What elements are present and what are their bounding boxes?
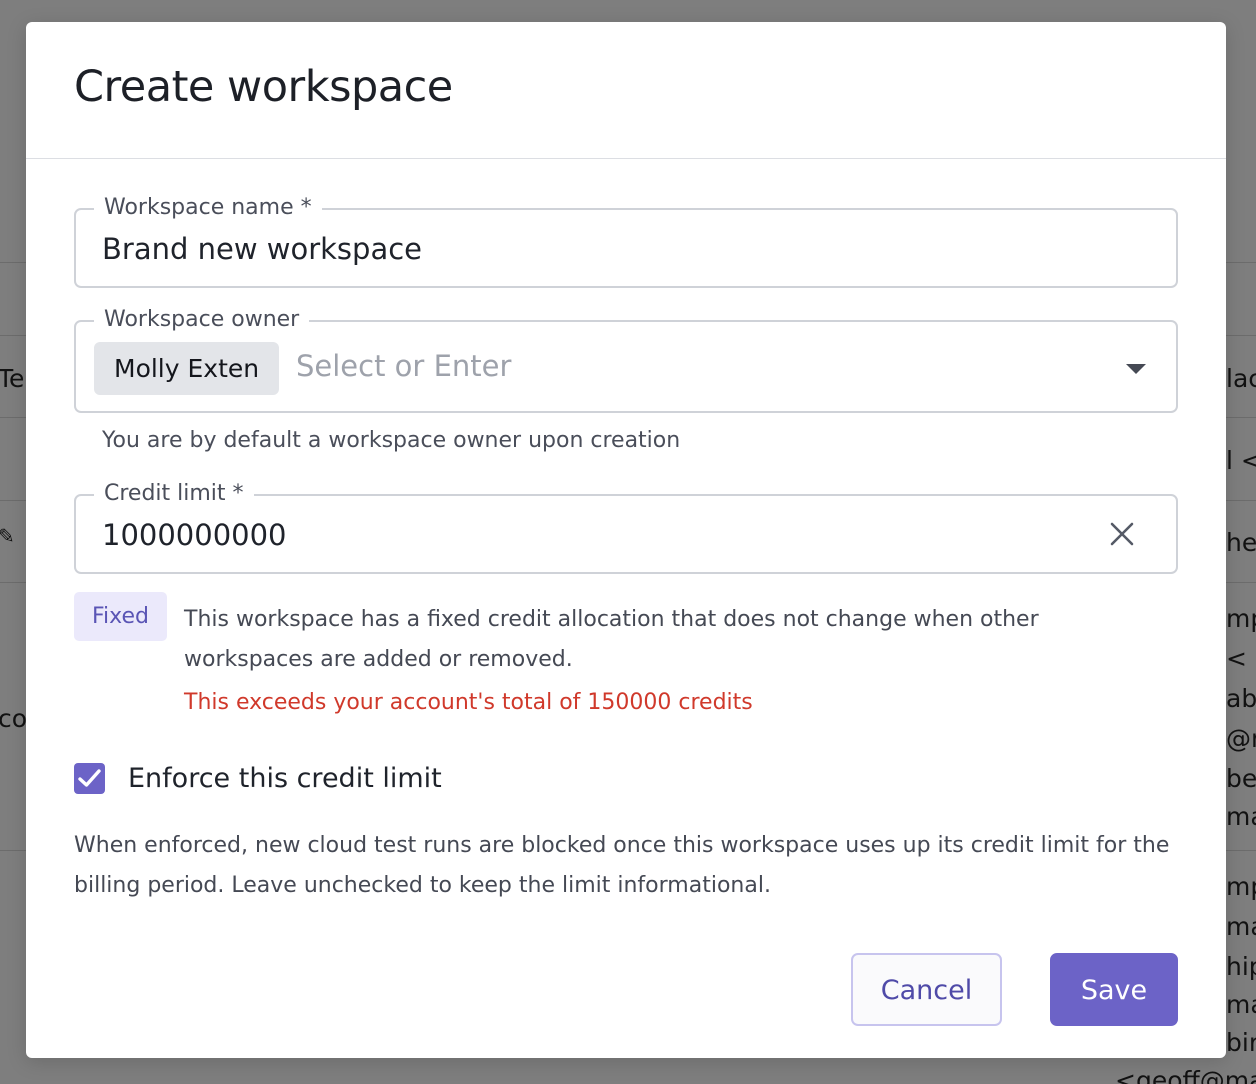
background-text: l < — [1226, 446, 1256, 475]
workspace-name-input[interactable]: Brand new workspace — [102, 232, 422, 266]
fixed-badge: Fixed — [74, 592, 167, 641]
credit-limit-field[interactable]: Credit limit * 1000000000 — [74, 481, 1178, 574]
background-text: < — [1226, 644, 1247, 673]
cancel-button[interactable]: Cancel — [851, 953, 1002, 1026]
background-text: ✎ — [0, 524, 15, 548]
enforce-credit-limit-label[interactable]: Enforce this credit limit — [128, 763, 442, 794]
background-text: <geoff@ma — [1115, 1066, 1256, 1084]
background-text: @m — [1226, 724, 1256, 753]
credit-limit-input[interactable]: 1000000000 — [102, 518, 287, 552]
background-left-column: Te ✎ cos — [0, 0, 26, 1084]
owner-search-input[interactable]: Select or Enter — [296, 349, 511, 383]
background-right-column: lac l < her mp < abl @m bel ma mp mal hi… — [1226, 0, 1256, 1084]
dialog-header: Create workspace — [26, 22, 1226, 159]
background-text: abl — [1226, 684, 1256, 713]
background-text: mp — [1226, 604, 1256, 633]
create-workspace-dialog: Create workspace Workspace name * Brand … — [26, 22, 1226, 1058]
background-text: bira — [1226, 1028, 1256, 1057]
background-text: ma — [1226, 990, 1256, 1019]
chevron-down-icon[interactable] — [1126, 364, 1146, 374]
credit-limit-label: Credit limit * — [94, 481, 254, 506]
background-text: ma — [1226, 802, 1256, 831]
close-icon[interactable] — [1108, 520, 1136, 548]
workspace-owner-label: Workspace owner — [94, 307, 310, 332]
enforce-note: When enforced, new cloud test runs are b… — [74, 833, 1170, 898]
owner-helper-text: You are by default a workspace owner upo… — [102, 428, 681, 453]
enforce-credit-limit-checkbox[interactable] — [74, 763, 105, 794]
credit-limit-error: This exceeds your account's total of 150… — [184, 690, 753, 715]
background-text: mp — [1226, 872, 1256, 901]
background-text: Te — [0, 364, 25, 393]
workspace-name-label: Workspace name * — [94, 195, 322, 220]
workspace-name-field[interactable]: Workspace name * Brand new workspace — [74, 195, 1178, 288]
checkmark-icon — [78, 769, 101, 787]
background-text: her — [1226, 528, 1256, 557]
credit-allocation-description: This workspace has a fixed credit alloca… — [184, 607, 1039, 672]
dialog-title: Create workspace — [74, 62, 453, 112]
owner-chip[interactable]: Molly Exten — [94, 342, 280, 395]
background-text: mal — [1226, 912, 1256, 941]
workspace-owner-select[interactable]: Workspace owner Molly Exten Select or En… — [74, 307, 1178, 413]
background-text: bel — [1226, 764, 1256, 793]
background-text: lac — [1226, 364, 1256, 393]
background-text: cos — [0, 704, 26, 733]
save-button[interactable]: Save — [1050, 953, 1178, 1026]
background-text: hip — [1226, 952, 1256, 981]
